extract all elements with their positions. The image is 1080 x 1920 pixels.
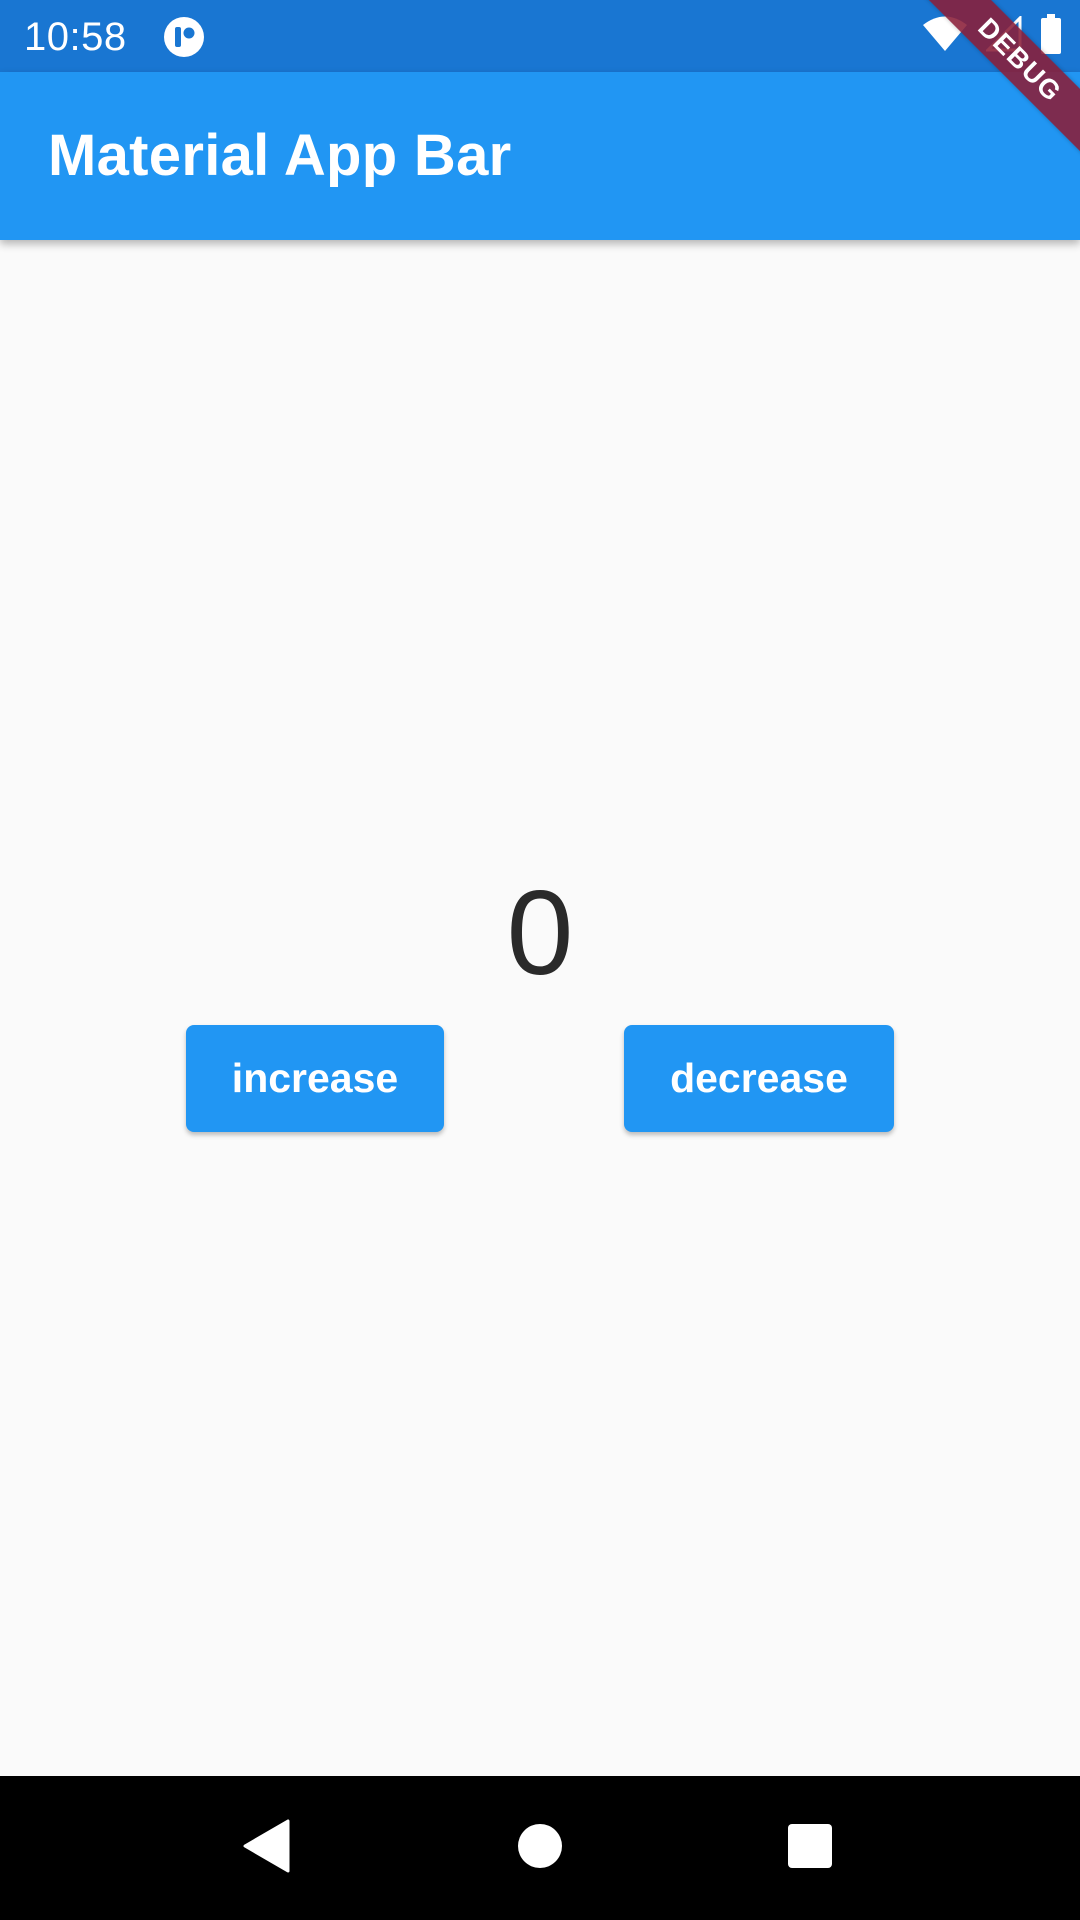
app-bar-title: Material App Bar — [48, 123, 512, 188]
notification-app-icon — [163, 16, 205, 58]
back-icon — [242, 1819, 292, 1878]
home-button[interactable] — [490, 1798, 590, 1898]
increase-button[interactable]: increase — [186, 1025, 444, 1132]
status-time: 10:58 — [24, 15, 127, 59]
recents-icon — [787, 1823, 833, 1874]
back-button[interactable] — [217, 1798, 317, 1898]
app-bar: Material App Bar — [0, 72, 1080, 240]
navigation-bar — [0, 1776, 1080, 1920]
recents-button[interactable] — [760, 1798, 860, 1898]
status-bar: 10:58 — [0, 0, 1080, 72]
counter-value: 0 — [506, 866, 574, 1000]
home-icon — [517, 1823, 563, 1874]
decrease-button[interactable]: decrease — [624, 1025, 894, 1132]
